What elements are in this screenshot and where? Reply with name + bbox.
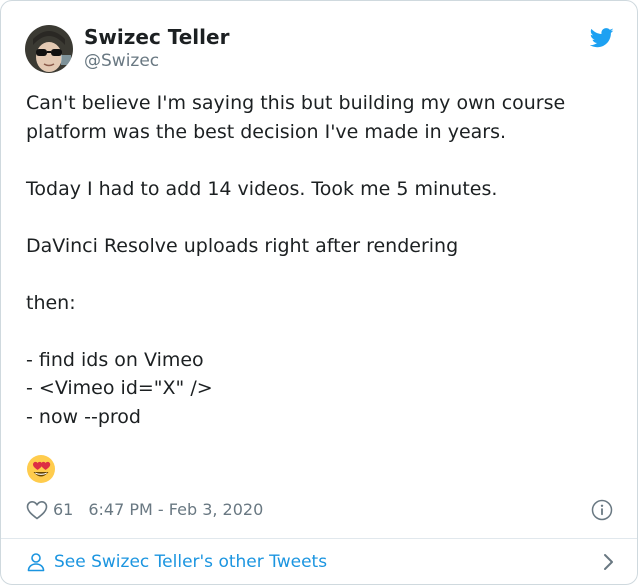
like-count[interactable]: 61 xyxy=(53,499,73,521)
person-icon xyxy=(26,552,46,572)
tweet-meta: 61 6:47 PM - Feb 3, 2020 xyxy=(26,499,263,521)
chevron-right-icon[interactable] xyxy=(602,552,616,572)
twitter-bird-icon[interactable] xyxy=(589,28,614,48)
author-name[interactable]: Swizec Teller xyxy=(84,25,229,49)
tweet-text: Can't believe I'm saying this but buildi… xyxy=(26,92,566,428)
heart-icon[interactable] xyxy=(26,500,48,520)
other-tweets-label[interactable]: See Swizec Teller's other Tweets xyxy=(54,552,327,572)
heart-eyes-emoji-icon xyxy=(26,454,56,484)
author-handle[interactable]: @Swizec xyxy=(84,50,159,72)
avatar[interactable] xyxy=(25,25,73,73)
other-tweets-link[interactable]: See Swizec Teller's other Tweets xyxy=(26,550,616,574)
divider xyxy=(1,538,637,539)
tweet-card: Swizec Teller @Swizec Can't believe I'm … xyxy=(0,0,638,585)
tweet-timestamp[interactable]: 6:47 PM - Feb 3, 2020 xyxy=(88,499,263,521)
info-icon[interactable] xyxy=(591,499,613,521)
